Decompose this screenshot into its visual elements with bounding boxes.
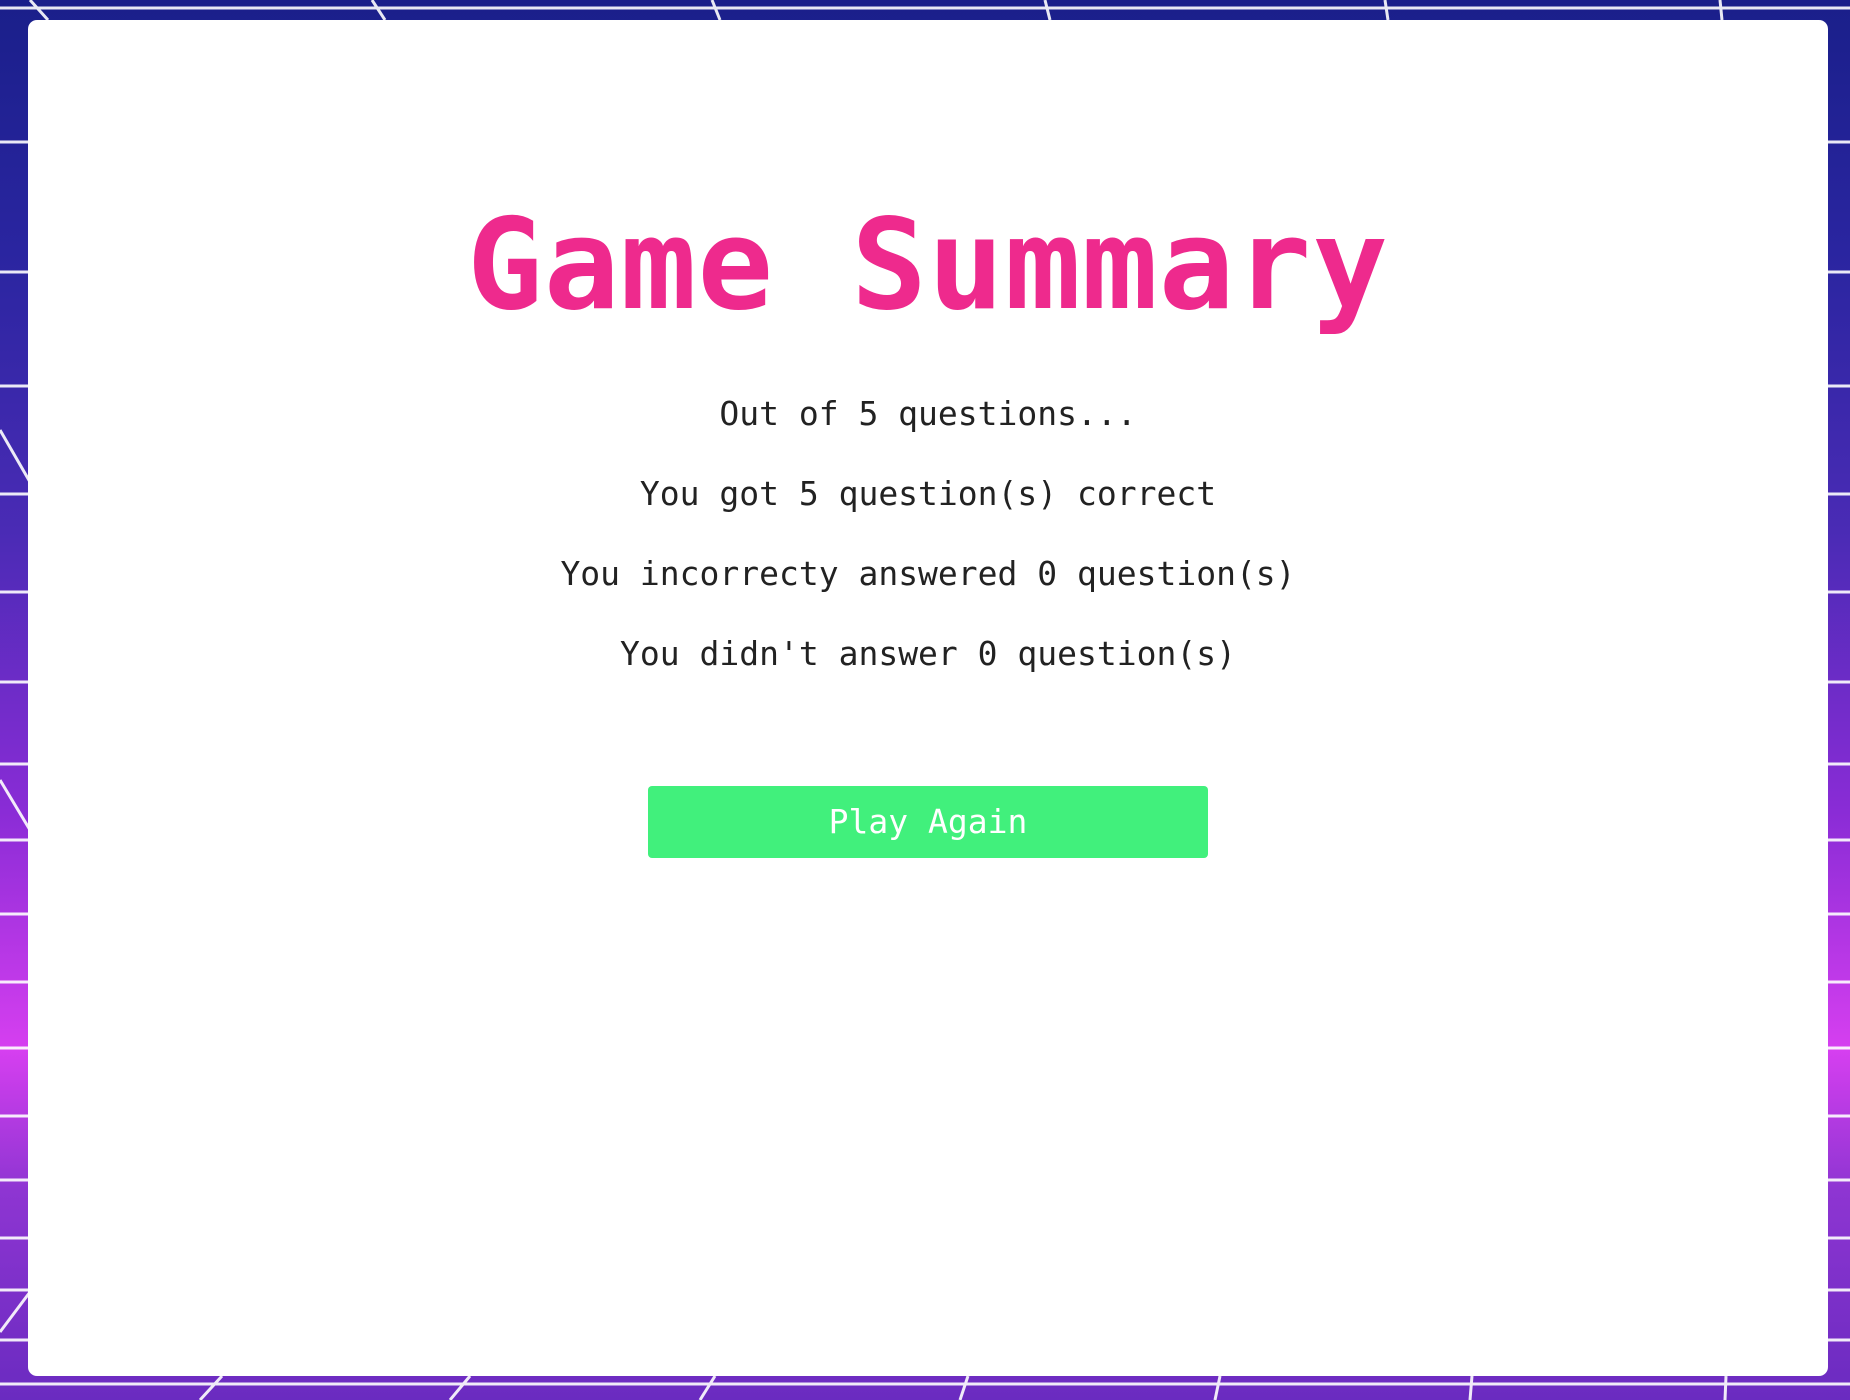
page-title: Game Summary (466, 191, 1390, 338)
correct-count-text: You got 5 question(s) correct (639, 474, 1217, 513)
total-questions-text: Out of 5 questions... (719, 394, 1137, 433)
game-summary-card: Game Summary Out of 5 questions... You g… (28, 20, 1828, 1376)
incorrect-count-text: You incorrecty answered 0 question(s) (560, 554, 1296, 593)
play-again-button[interactable]: Play Again (648, 786, 1208, 858)
unanswered-count-text: You didn't answer 0 question(s) (620, 634, 1236, 673)
